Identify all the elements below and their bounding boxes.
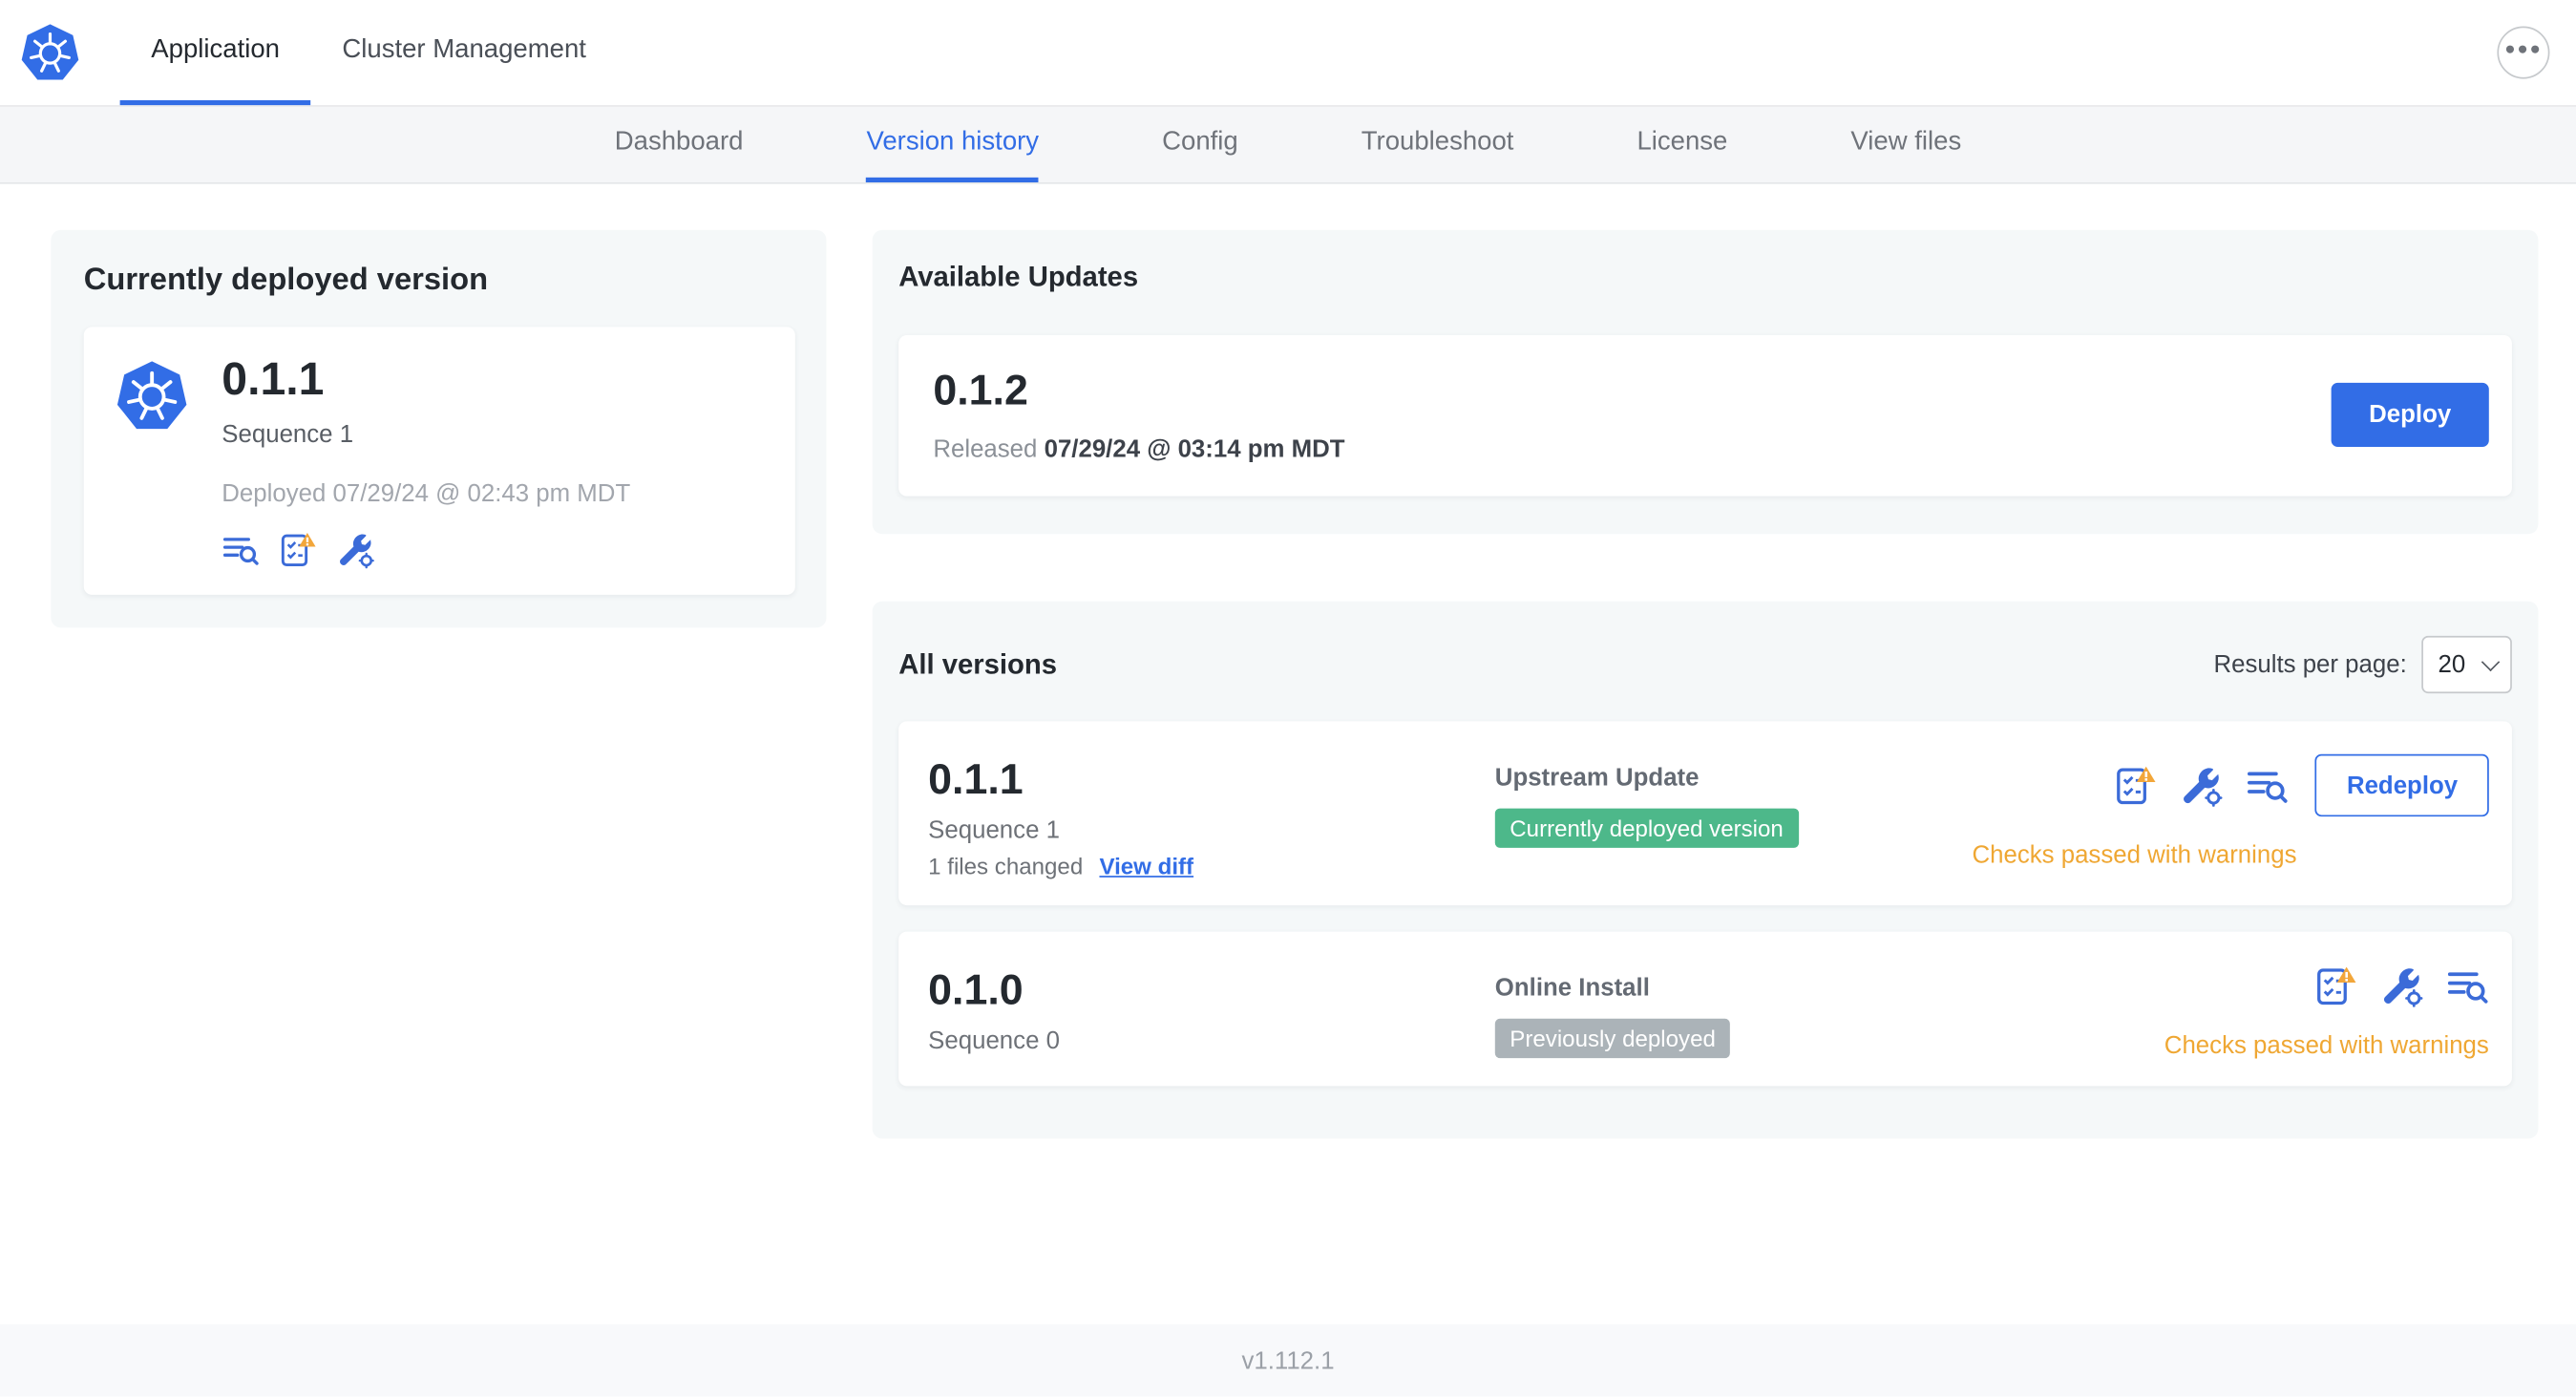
row-action-icons — [2314, 964, 2488, 1007]
version-row-left: 0.1.1 Sequence 1 1 files changed View di… — [928, 754, 1495, 879]
preflight-checks-warning-icon — [2314, 964, 2357, 1007]
all-versions-title: All versions — [898, 647, 1058, 680]
view-diff-link[interactable]: View diff — [1099, 853, 1193, 879]
ellipsis-icon: ●●● — [2504, 39, 2543, 59]
config-wrench-icon — [337, 531, 375, 569]
version-row-actions: Redeploy Checks passed with warnings — [1972, 753, 2489, 879]
deployed-status-badge: Currently deployed version — [1494, 808, 1799, 848]
preflight-checks-button[interactable] — [280, 531, 318, 569]
update-released-at: Released 07/29/24 @ 03:14 pm MDT — [933, 435, 1344, 463]
deployed-timestamp: Deployed 07/29/24 @ 02:43 pm MDT — [222, 479, 631, 508]
top-bar-right: ●●● — [2497, 0, 2550, 105]
version-row-left: 0.1.0 Sequence 0 — [928, 964, 1495, 1060]
app-version-label: v1.112.1 — [1241, 1346, 1335, 1375]
preflight-checks-button[interactable] — [2115, 764, 2158, 807]
row-sequence-label: Sequence 0 — [928, 1027, 1060, 1055]
top-bar: Application Cluster Management ●●● — [0, 0, 2576, 107]
deployed-status-badge: Previously deployed — [1494, 1018, 1731, 1059]
files-changed-label: 1 files changed — [928, 853, 1084, 879]
update-row: 0.1.2 Released 07/29/24 @ 03:14 pm MDT D… — [898, 335, 2512, 497]
subnav-config-label: Config — [1162, 127, 1238, 156]
deployed-version-card: 0.1.1 Sequence 1 Deployed 07/29/24 @ 02:… — [83, 327, 795, 595]
app-subnav: Dashboard Version history Config Trouble… — [0, 106, 2576, 184]
row-version-number: 0.1.0 — [928, 964, 1024, 1014]
tab-cluster-management-label: Cluster Management — [342, 34, 586, 64]
release-notes-icon — [2247, 764, 2290, 807]
config-button[interactable] — [337, 531, 375, 569]
all-versions-card: All versions Results per page: 20 0.1.1 … — [872, 601, 2539, 1139]
config-wrench-icon — [2181, 764, 2224, 807]
available-updates-card: Available Updates 0.1.2 Released 07/29/2… — [872, 229, 2539, 535]
tab-cluster-management[interactable]: Cluster Management — [311, 0, 618, 105]
config-button[interactable] — [2380, 964, 2423, 1007]
version-row-actions: Checks passed with warnings — [2164, 964, 2489, 1060]
deployed-version-actions — [222, 531, 630, 569]
row-action-icons: Redeploy — [2115, 753, 2489, 817]
redeploy-button[interactable]: Redeploy — [2315, 753, 2489, 817]
deployed-sequence-label: Sequence 1 — [222, 420, 354, 449]
row-files-changed: 1 files changed View diff — [928, 853, 1495, 879]
kubernetes-logo — [20, 22, 81, 83]
released-date: 07/29/24 @ 03:14 pm MDT — [1044, 434, 1345, 464]
currently-deployed-card: Currently deployed version 0.1.1 Sequenc… — [51, 229, 827, 628]
footer: v1.112.1 — [0, 1323, 2576, 1397]
results-per-page-label: Results per page: — [2213, 650, 2407, 679]
release-notes-icon — [222, 531, 260, 569]
deploy-button[interactable]: Deploy — [2331, 382, 2489, 447]
app-logo — [16, 0, 100, 105]
available-updates-title: Available Updates — [898, 261, 1139, 293]
all-versions-header: All versions Results per page: 20 — [898, 635, 2512, 694]
version-row: 0.1.0 Sequence 0 Online Install Previous… — [898, 931, 2512, 1087]
preflight-checks-warning-icon — [280, 531, 318, 569]
tab-application[interactable]: Application — [119, 0, 311, 106]
subnav-dashboard-label: Dashboard — [614, 127, 744, 156]
subnav-item-version-history[interactable]: Version history — [866, 107, 1040, 182]
right-column: Available Updates 0.1.2 Released 07/29/2… — [872, 229, 2539, 1139]
main-content: Currently deployed version 0.1.1 Sequenc… — [0, 183, 2576, 1324]
version-row-source: Online Install Previously deployed — [1494, 974, 2164, 1059]
subnav-item-view-files[interactable]: View files — [1850, 107, 1961, 182]
subnav-item-dashboard[interactable]: Dashboard — [615, 107, 744, 182]
preflight-checks-warning-icon — [2115, 764, 2158, 807]
subnav-view-files-label: View files — [1850, 127, 1962, 156]
checks-status: Checks passed with warnings — [2164, 1031, 2489, 1060]
release-notes-button[interactable] — [2247, 764, 2290, 807]
top-nav: Application Cluster Management — [119, 0, 618, 106]
results-per-page-select[interactable]: 20 — [2421, 635, 2512, 694]
version-row: 0.1.1 Sequence 1 1 files changed View di… — [898, 721, 2512, 906]
results-per-page-select-wrap: 20 — [2421, 635, 2512, 694]
deployed-version-number: 0.1.1 — [222, 352, 325, 405]
more-options-button[interactable]: ●●● — [2497, 26, 2550, 79]
subnav-version-history-label: Version history — [866, 127, 1040, 156]
subnav-troubleshoot-label: Troubleshoot — [1361, 127, 1514, 156]
subnav-item-license[interactable]: License — [1636, 107, 1727, 182]
release-notes-button[interactable] — [2446, 964, 2489, 1007]
app: Application Cluster Management ●●● Dashb… — [0, 0, 2576, 1397]
preflight-checks-button[interactable] — [2314, 964, 2357, 1007]
source-type-label: Online Install — [1494, 974, 1650, 1003]
subnav-item-troubleshoot[interactable]: Troubleshoot — [1362, 107, 1514, 182]
release-notes-icon — [2446, 964, 2489, 1007]
checks-status: Checks passed with warnings — [1972, 840, 2297, 870]
released-label: Released — [933, 434, 1038, 464]
update-version-number: 0.1.2 — [933, 364, 1028, 414]
deployed-version-info: 0.1.1 Sequence 1 Deployed 07/29/24 @ 02:… — [222, 353, 630, 568]
row-version-number: 0.1.1 — [928, 753, 1024, 804]
tab-application-label: Application — [151, 34, 280, 64]
row-sequence-label: Sequence 1 — [928, 816, 1060, 845]
subnav-item-config[interactable]: Config — [1162, 107, 1238, 182]
version-row-source: Upstream Update Currently deployed versi… — [1494, 764, 1973, 878]
release-notes-button[interactable] — [222, 531, 260, 569]
config-button[interactable] — [2181, 764, 2224, 807]
currently-deployed-title: Currently deployed version — [83, 263, 489, 298]
update-info: 0.1.2 Released 07/29/24 @ 03:14 pm MDT — [933, 365, 1344, 463]
subnav-license-label: License — [1636, 127, 1728, 156]
results-per-page: Results per page: 20 — [2213, 635, 2512, 694]
kubernetes-logo — [115, 353, 188, 568]
source-type-label: Upstream Update — [1494, 764, 1700, 793]
config-wrench-icon — [2380, 964, 2423, 1007]
left-column: Currently deployed version 0.1.1 Sequenc… — [51, 229, 827, 628]
